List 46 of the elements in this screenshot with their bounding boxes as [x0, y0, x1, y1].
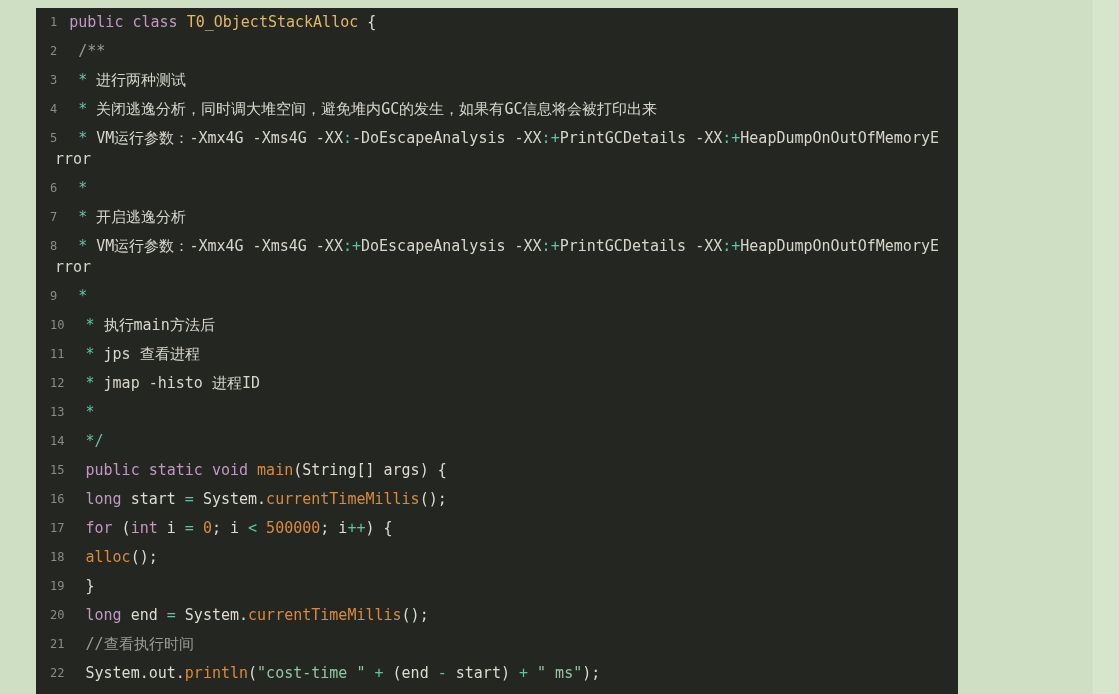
code-line: } [84, 576, 95, 597]
line-number: 7 [50, 209, 58, 226]
line-number: 4 [50, 101, 58, 118]
code-line: for (int i = 0; i < 500000; i++) { [84, 518, 393, 539]
code-line: * [84, 402, 95, 423]
code-line: * jmap -histo 进程ID [84, 373, 260, 394]
line-number: 18 [50, 549, 65, 566]
line-number: 14 [50, 433, 65, 450]
line-number: 11 [50, 346, 65, 363]
line-number: 8 [50, 238, 58, 255]
code-line: * [77, 286, 88, 307]
code-line-wrap: rror [55, 149, 92, 171]
code-line: * [77, 178, 88, 199]
code-line: * jps 查看进程 [84, 344, 200, 365]
line-number: 21 [50, 636, 65, 653]
line-number: 3 [50, 72, 58, 89]
code-line: * 关闭逃逸分析，同时调大堆空间，避免堆内GC的发生，如果有GC信息将会被打印出来 [77, 99, 658, 120]
code-line: //查看执行时间 [84, 634, 194, 655]
code-line: long start = System.currentTimeMillis(); [84, 489, 447, 510]
line-number: 5 [50, 130, 58, 147]
line-number: 17 [50, 520, 65, 537]
code-line: long end = System.currentTimeMillis(); [84, 605, 429, 626]
line-number: 13 [50, 404, 65, 421]
code-line: * VM运行参数：-Xmx4G -Xms4G -XX:-DoEscapeAnalysis -XX:+PrintGCDetails -XX:+HeapDumpOnOutOfMemoryE [77, 128, 939, 149]
code-line: * 进行两种测试 [77, 70, 187, 91]
line-number: 1 [50, 14, 58, 31]
line-number: 19 [50, 578, 65, 595]
code-line: * 开启逃逸分析 [77, 207, 187, 228]
code-line: alloc(); [84, 547, 158, 568]
line-number: 22 [50, 665, 65, 682]
line-number: 9 [50, 288, 58, 305]
line-number: 15 [50, 462, 65, 479]
code-line: public class T0_ObjectStackAlloc { [69, 12, 377, 33]
line-number: 12 [50, 375, 65, 392]
line-number: 16 [50, 491, 65, 508]
code-line: * VM运行参数：-Xmx4G -Xms4G -XX:+DoEscapeAnalysis -XX:+PrintGCDetails -XX:+HeapDumpOnOutOfMemoryE [77, 236, 939, 257]
code-line: System.out.println("cost-time " + (end - start) + " ms"); [84, 663, 601, 684]
line-number: 10 [50, 317, 65, 334]
code-line-wrap: rror [55, 257, 92, 279]
line-number: 20 [50, 607, 65, 624]
code-line: public static void main(String[] args) { [84, 460, 447, 481]
code-line: /** [77, 41, 106, 62]
code-line: * 执行main方法后 [84, 315, 215, 336]
line-number: 2 [50, 43, 58, 60]
code-line: */ [84, 431, 104, 452]
line-number: 6 [50, 180, 58, 197]
